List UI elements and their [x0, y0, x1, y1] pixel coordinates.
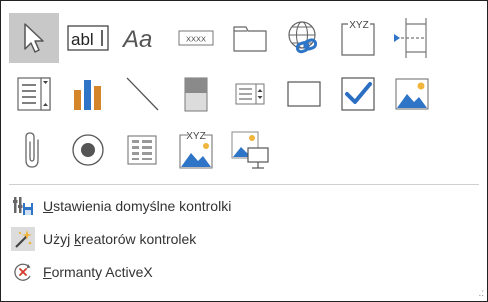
text-box-icon: abl	[67, 25, 109, 51]
chart-control[interactable]	[63, 69, 113, 119]
label-glyph: Aa	[121, 26, 152, 53]
bound-object-icon: XYZ	[179, 131, 213, 169]
wizard-wand-icon	[11, 227, 35, 251]
image-control[interactable]	[225, 125, 275, 175]
bound-object-frame-control[interactable]: XYZ	[171, 125, 221, 175]
label-control[interactable]: Aa	[117, 13, 167, 63]
control-wizards-label: Użyj kreatorów kontrolek	[43, 231, 197, 247]
control-defaults-label: Ustawienia domyślne kontrolki	[43, 198, 232, 214]
control-defaults-icon	[9, 194, 37, 218]
controls-gallery: abl Aa XXXX XYZ XYZ Ustawienia domyślne …	[0, 0, 488, 302]
activex-label: Formanty ActiveX	[43, 264, 153, 280]
menu-separator	[9, 184, 479, 185]
button-control[interactable]: XXXX	[171, 13, 221, 63]
attachment-control[interactable]	[9, 125, 59, 175]
tab-control[interactable]	[225, 13, 275, 63]
rectangle-icon	[287, 81, 321, 107]
radio-button-icon	[72, 134, 104, 166]
resize-grip-icon[interactable]: .:	[478, 288, 484, 299]
hyperlink-globe-icon	[288, 21, 318, 54]
option-button-control[interactable]	[63, 125, 113, 175]
menu-item-activex-controls[interactable]: Formanty ActiveX	[9, 257, 479, 287]
menu-item-use-control-wizards[interactable]: Użyj kreatorów kontrolek	[9, 224, 479, 254]
toggle-button-control[interactable]	[171, 69, 221, 119]
paperclip-icon	[25, 132, 39, 168]
tab-control-icon	[233, 26, 267, 52]
image-insert-icon	[231, 131, 269, 169]
label-icon: Aa	[121, 26, 152, 53]
option-group-icon: XYZ	[341, 20, 375, 56]
subform-icon	[127, 135, 157, 165]
combo-box-icon	[17, 77, 51, 111]
line-control[interactable]	[117, 69, 167, 119]
activex-icon	[9, 260, 37, 284]
subform-glyph: XYZ	[186, 131, 205, 142]
toggle-button-icon	[184, 77, 208, 112]
subform-control[interactable]	[117, 125, 167, 175]
button-glyph: XXXX	[186, 35, 206, 44]
menu-item-set-control-defaults[interactable]: Ustawienia domyślne kontrolki	[9, 191, 479, 221]
button-icon: XXXX	[178, 30, 214, 46]
text-box-glyph: abl	[71, 30, 94, 49]
list-box-icon	[235, 83, 265, 105]
check-box-control[interactable]	[333, 69, 383, 119]
pointer-arrow-icon	[24, 23, 44, 53]
unbound-object-frame-control[interactable]	[387, 69, 437, 119]
page-break-icon	[394, 18, 427, 58]
bar-chart-icon	[74, 80, 101, 110]
select-control[interactable]	[9, 13, 59, 63]
list-box-control[interactable]	[225, 69, 275, 119]
text-box-control[interactable]: abl	[63, 13, 113, 63]
check-box-icon	[341, 77, 375, 111]
hyperlink-control[interactable]	[279, 13, 329, 63]
combo-box-control[interactable]	[9, 69, 59, 119]
insert-page-break-control[interactable]	[387, 13, 437, 63]
line-icon	[126, 77, 159, 111]
image-object-icon	[395, 78, 429, 110]
option-group-glyph: XYZ	[349, 20, 368, 31]
rectangle-control[interactable]	[279, 69, 329, 119]
option-group-control[interactable]: XYZ	[333, 13, 383, 63]
